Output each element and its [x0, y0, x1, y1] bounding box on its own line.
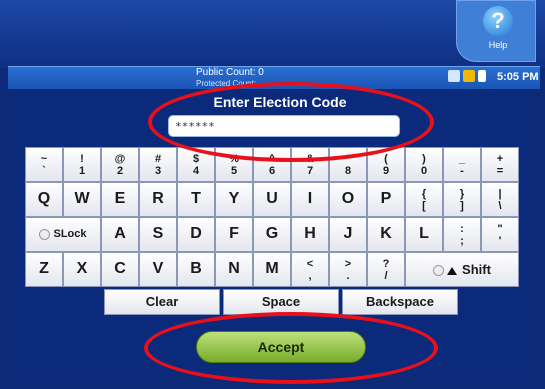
key-top-char: + [496, 153, 504, 165]
key-q[interactable]: Q [25, 182, 63, 217]
clock: 5:05 PM [497, 71, 539, 83]
key-top-char: } [459, 188, 465, 200]
key-symbol[interactable]: >. [329, 252, 367, 287]
key-bottom-char: 7 [306, 165, 314, 177]
key-top-char: { [421, 188, 427, 200]
key-u[interactable]: U [253, 182, 291, 217]
key-bottom-char: = [496, 165, 504, 177]
slock-key[interactable]: SLock [25, 217, 101, 252]
key-top-char: # [154, 153, 162, 165]
help-icon[interactable]: ? [483, 6, 513, 36]
key-w[interactable]: W [63, 182, 101, 217]
public-count: Public Count: 0 [196, 67, 264, 78]
key-bottom-char: [ [422, 200, 426, 212]
key-i[interactable]: I [291, 182, 329, 217]
key-bottom-char: - [460, 165, 464, 177]
key-v[interactable]: V [139, 252, 177, 287]
key-bottom-char: . [346, 270, 350, 282]
save-icon [463, 70, 475, 83]
key-r[interactable]: R [139, 182, 177, 217]
key-top-char: " [497, 223, 503, 235]
key-e[interactable]: E [101, 182, 139, 217]
key-top-char: ) [422, 153, 426, 165]
key-top-char: _ [458, 153, 466, 165]
key-bottom-char: , [308, 270, 312, 282]
key-bottom-char: 1 [78, 165, 86, 177]
key-symbol[interactable]: :; [443, 217, 481, 252]
key-top-char: | [498, 188, 502, 200]
key-bottom-char: 6 [268, 165, 276, 177]
key-symbol[interactable]: ? / [367, 252, 405, 287]
key-s[interactable]: S [139, 217, 177, 252]
backspace-key[interactable]: Backspace [342, 289, 458, 315]
key-bottom-char: \ [498, 200, 502, 212]
key-a[interactable]: A [101, 217, 139, 252]
key-h[interactable]: H [291, 217, 329, 252]
key-bottom-char: 5 [230, 165, 238, 177]
key-symbol[interactable]: }] [443, 182, 481, 217]
voting-screen: ? Help Public Count: 0 Protected Count: … [0, 0, 545, 389]
key-symbol[interactable]: _ - [443, 147, 481, 182]
key-k[interactable]: K [367, 217, 405, 252]
key-symbol[interactable]: " ' [481, 217, 519, 252]
key-bottom-char: ] [460, 200, 464, 212]
key-f[interactable]: F [215, 217, 253, 252]
plug-icon [478, 70, 486, 83]
key-top-char: ~ [40, 153, 48, 165]
key-symbol[interactable]: @2 [101, 147, 139, 182]
clear-key[interactable]: Clear [104, 289, 220, 315]
key-symbol[interactable]: ) 0 [405, 147, 443, 182]
key-symbol[interactable]: {[ [405, 182, 443, 217]
key-bottom-char: 8 [344, 165, 352, 177]
key-t[interactable]: T [177, 182, 215, 217]
key-top-char: @ [114, 153, 126, 165]
key-l[interactable]: L [405, 217, 443, 252]
key-top-char: ? [382, 258, 390, 270]
shift-indicator-icon [433, 265, 445, 277]
key-bottom-char: ; [460, 235, 464, 247]
key-m[interactable]: M [253, 252, 291, 287]
key-bottom-char: ' [498, 235, 502, 247]
slock-label: SLock [53, 228, 87, 240]
key-g[interactable]: G [253, 217, 291, 252]
help-label: Help [488, 40, 508, 50]
key-symbol[interactable]: | \ [481, 182, 519, 217]
key-bottom-char: / [384, 270, 388, 282]
key-p[interactable]: P [367, 182, 405, 217]
highlight-ring-accept [144, 312, 438, 384]
key-top-char: ( [384, 153, 388, 165]
key-top-char: > [344, 258, 352, 270]
key-j[interactable]: J [329, 217, 367, 252]
key-symbol[interactable]: + = [481, 147, 519, 182]
key-x[interactable]: X [63, 252, 101, 287]
key-symbol[interactable]: <, [291, 252, 329, 287]
shift-arrow-icon [447, 266, 458, 275]
key-n[interactable]: N [215, 252, 253, 287]
key-symbol[interactable]: ~ ` [25, 147, 63, 182]
key-symbol[interactable]: ! 1 [63, 147, 101, 182]
shift-key[interactable]: Shift [405, 252, 519, 287]
key-bottom-char: 0 [420, 165, 428, 177]
key-top-char: ! [80, 153, 84, 165]
key-bottom-char: 2 [116, 165, 124, 177]
key-top-char: : [460, 223, 464, 235]
key-b[interactable]: B [177, 252, 215, 287]
key-bottom-char: 4 [192, 165, 200, 177]
shift-label: Shift [462, 262, 491, 277]
key-symbol[interactable]: #3 [139, 147, 177, 182]
slock-indicator-icon [39, 228, 51, 240]
status-icons [448, 70, 489, 83]
key-bottom-char: 3 [154, 165, 162, 177]
key-z[interactable]: Z [25, 252, 63, 287]
key-o[interactable]: O [329, 182, 367, 217]
key-c[interactable]: C [101, 252, 139, 287]
key-y[interactable]: Y [215, 182, 253, 217]
key-bottom-char: ` [42, 165, 46, 177]
key-bottom-char: 9 [382, 165, 390, 177]
key-d[interactable]: D [177, 217, 215, 252]
highlight-ring-code [148, 82, 434, 162]
printer-icon [448, 70, 460, 83]
key-top-char: < [306, 258, 314, 270]
